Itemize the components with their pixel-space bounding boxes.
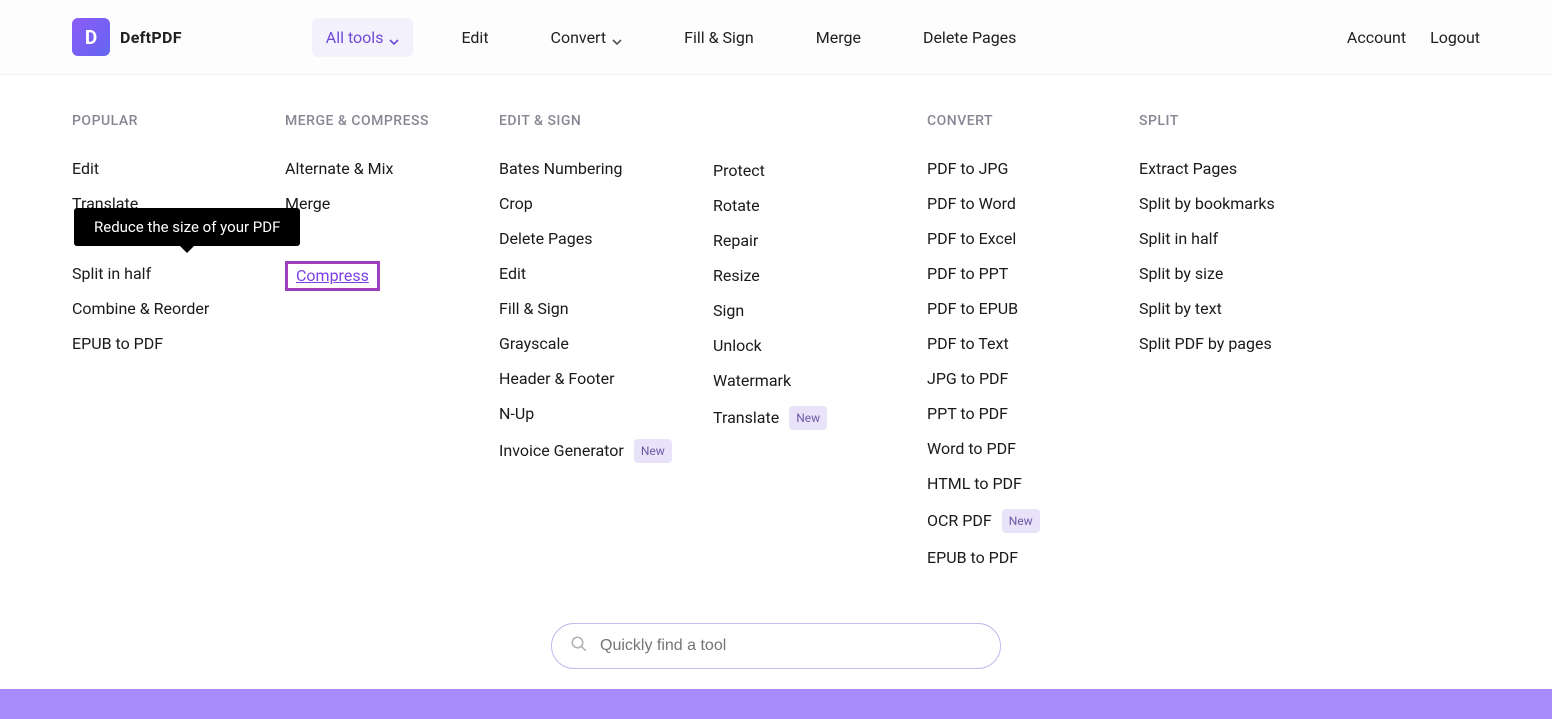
tool-edit2[interactable]: Edit	[499, 264, 713, 284]
tool-unlock[interactable]: Unlock	[713, 336, 927, 356]
logout-link[interactable]: Logout	[1430, 28, 1480, 47]
brand-name: DeftPDF	[120, 28, 182, 47]
nav-all-tools[interactable]: All tools	[312, 18, 414, 57]
nav-fill-sign[interactable]: Fill & Sign	[670, 18, 768, 57]
tool-bates-numbering[interactable]: Bates Numbering	[499, 159, 713, 179]
column-split: SPLIT Extract Pages Split by bookmarks S…	[1139, 113, 1349, 583]
column-popular: POPULAR Edit Translate Split in half Com…	[72, 113, 285, 583]
nav-convert-label: Convert	[551, 28, 607, 47]
column-merge-compress: MERGE & COMPRESS Alternate & Mix Merge C…	[285, 113, 499, 583]
tool-pdf-to-text[interactable]: PDF to Text	[927, 334, 1139, 354]
column-edit-sign-1: EDIT & SIGN Bates Numbering Crop Delete …	[499, 113, 713, 583]
column-convert: CONVERT PDF to JPG PDF to Word PDF to Ex…	[927, 113, 1139, 583]
heading-merge: MERGE & COMPRESS	[285, 113, 499, 129]
tool-pdf-to-word[interactable]: PDF to Word	[927, 194, 1139, 214]
auth-links: Account Logout	[1347, 28, 1480, 47]
logo-icon: D	[72, 18, 110, 56]
heading-popular: POPULAR	[72, 113, 285, 129]
tool-compress[interactable]: Compress	[296, 266, 369, 286]
nav-merge[interactable]: Merge	[802, 18, 875, 57]
tool-epub-to-pdf[interactable]: EPUB to PDF	[72, 334, 285, 354]
tool-invoice-generator[interactable]: Invoice Generator New	[499, 439, 713, 463]
heading-edit-sign: EDIT & SIGN	[499, 113, 713, 129]
search-input[interactable]	[600, 637, 982, 655]
nav-delete-pages[interactable]: Delete Pages	[909, 18, 1030, 57]
chevron-down-icon	[389, 32, 399, 42]
heading-convert: CONVERT	[927, 113, 1139, 129]
main-nav: All tools Edit Convert Fill & Sign Merge…	[312, 18, 1031, 57]
account-link[interactable]: Account	[1347, 28, 1406, 47]
tool-merge[interactable]: Merge	[285, 194, 499, 214]
tool-edit[interactable]: Edit	[72, 159, 285, 179]
tool-extract-pages[interactable]: Extract Pages	[1139, 159, 1349, 179]
tool-grayscale[interactable]: Grayscale	[499, 334, 713, 354]
search-row	[0, 613, 1552, 689]
tool-delete-pages[interactable]: Delete Pages	[499, 229, 713, 249]
tool-split-bookmarks[interactable]: Split by bookmarks	[1139, 194, 1349, 214]
tool-sign[interactable]: Sign	[713, 301, 927, 321]
tool-epub-to-pdf2[interactable]: EPUB to PDF	[927, 548, 1139, 568]
new-badge: New	[634, 439, 672, 463]
tool-pdf-to-jpg[interactable]: PDF to JPG	[927, 159, 1139, 179]
tool-word-to-pdf[interactable]: Word to PDF	[927, 439, 1139, 459]
footer-bar	[0, 689, 1552, 719]
tool-translate2[interactable]: Translate New	[713, 406, 927, 430]
tool-split-text[interactable]: Split by text	[1139, 299, 1349, 319]
tool-html-to-pdf[interactable]: HTML to PDF	[927, 474, 1139, 494]
mega-menu: Reduce the size of your PDF POPULAR Edit…	[0, 75, 1552, 613]
tool-split-in-half[interactable]: Split in half	[72, 264, 285, 284]
nav-all-tools-label: All tools	[326, 28, 384, 47]
tool-pdf-to-epub[interactable]: PDF to EPUB	[927, 299, 1139, 319]
tool-rotate[interactable]: Rotate	[713, 196, 927, 216]
column-edit-sign-2: Protect Rotate Repair Resize Sign Unlock…	[713, 113, 927, 583]
search-box[interactable]	[551, 623, 1001, 669]
tool-header-footer[interactable]: Header & Footer	[499, 369, 713, 389]
tool-split-half2[interactable]: Split in half	[1139, 229, 1349, 249]
tool-jpg-to-pdf[interactable]: JPG to PDF	[927, 369, 1139, 389]
tool-crop[interactable]: Crop	[499, 194, 713, 214]
header: D DeftPDF All tools Edit Convert Fill & …	[0, 0, 1552, 75]
new-badge: New	[1002, 509, 1040, 533]
tool-resize[interactable]: Resize	[713, 266, 927, 286]
tool-ocr-pdf[interactable]: OCR PDF New	[927, 509, 1139, 533]
new-badge: New	[789, 406, 827, 430]
tool-pdf-to-ppt[interactable]: PDF to PPT	[927, 264, 1139, 284]
tool-protect[interactable]: Protect	[713, 161, 927, 181]
tool-pdf-to-excel[interactable]: PDF to Excel	[927, 229, 1139, 249]
tool-alternate-mix[interactable]: Alternate & Mix	[285, 159, 499, 179]
tool-combine-reorder[interactable]: Combine & Reorder	[72, 299, 285, 319]
chevron-down-icon	[612, 32, 622, 42]
nav-convert[interactable]: Convert	[537, 18, 637, 57]
tooltip: Reduce the size of your PDF	[74, 208, 300, 246]
tool-repair[interactable]: Repair	[713, 231, 927, 251]
nav-edit[interactable]: Edit	[447, 18, 502, 57]
tool-split-pages[interactable]: Split PDF by pages	[1139, 334, 1349, 354]
search-icon	[570, 635, 588, 657]
tool-watermark[interactable]: Watermark	[713, 371, 927, 391]
tool-split-size[interactable]: Split by size	[1139, 264, 1349, 284]
tool-fill-sign[interactable]: Fill & Sign	[499, 299, 713, 319]
logo[interactable]: D DeftPDF	[72, 18, 182, 56]
tool-compress-highlight: Compress	[285, 261, 380, 291]
heading-split: SPLIT	[1139, 113, 1349, 129]
tool-ppt-to-pdf[interactable]: PPT to PDF	[927, 404, 1139, 424]
tool-n-up[interactable]: N-Up	[499, 404, 713, 424]
